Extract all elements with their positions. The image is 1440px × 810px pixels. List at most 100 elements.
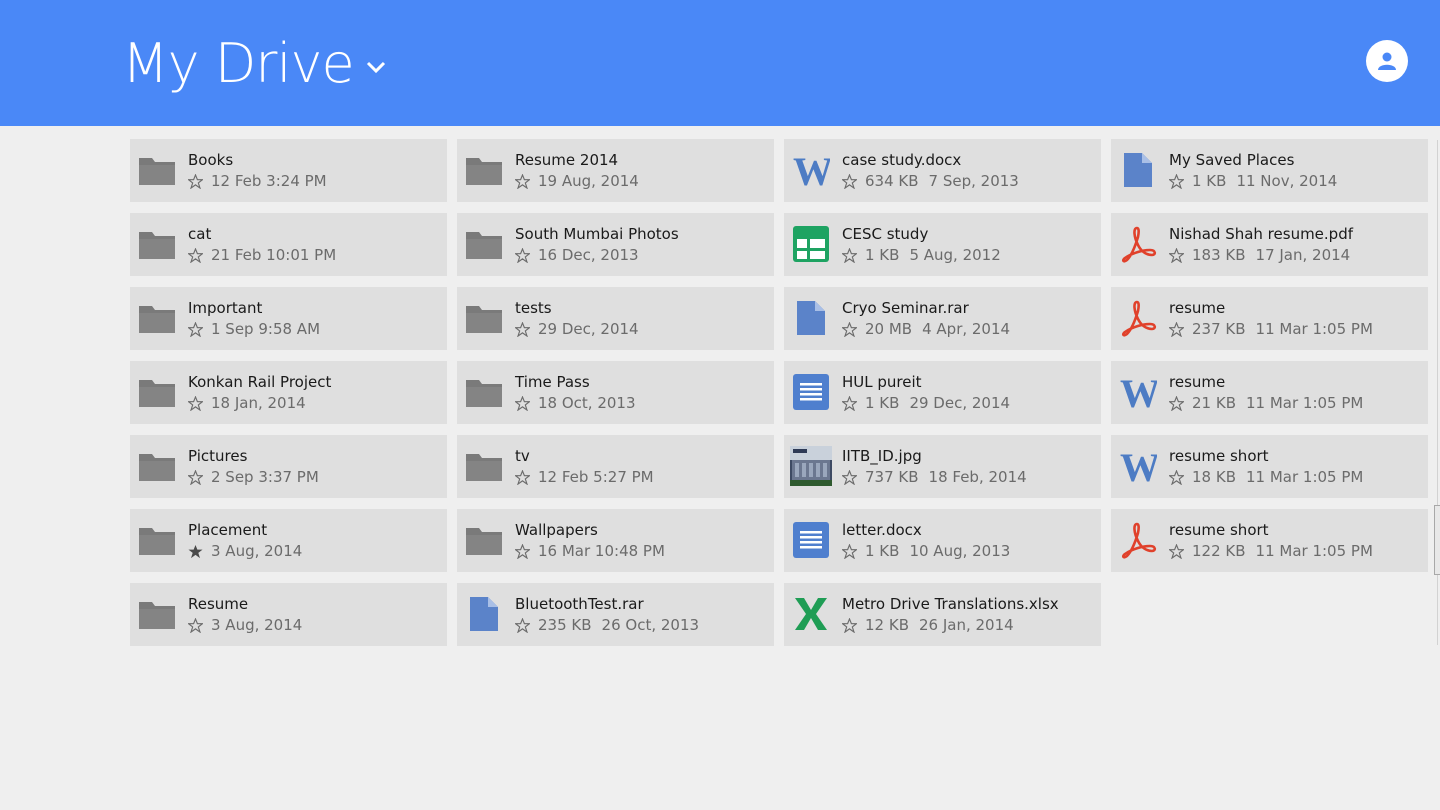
pdf-icon <box>1117 223 1159 265</box>
folder-tile[interactable]: Placement 3 Aug, 2014 <box>130 509 447 572</box>
file-tile[interactable]: resume short 122 KB 11 Mar 1:05 PM <box>1111 509 1428 572</box>
file-tile[interactable]: Metro Drive Translations.xlsx 12 KB 26 Jan… <box>784 583 1101 646</box>
item-meta: 29 Dec, 2014 <box>515 320 639 338</box>
item-name: Important <box>188 299 263 317</box>
item-size: 20 MB <box>865 320 913 338</box>
star-icon[interactable] <box>515 543 538 559</box>
item-date: 7 Sep, 2013 <box>928 172 1019 190</box>
item-meta: 21 KB 11 Mar 1:05 PM <box>1169 394 1363 412</box>
folder-tile[interactable]: Wallpapers 16 Mar 10:48 PM <box>457 509 774 572</box>
folder-tile[interactable]: South Mumbai Photos 16 Dec, 2013 <box>457 213 774 276</box>
image-thumbnail <box>790 445 832 487</box>
item-date: 11 Mar 1:05 PM <box>1245 394 1364 412</box>
item-meta: 2 Sep 3:37 PM <box>188 468 319 486</box>
star-icon[interactable] <box>1169 543 1192 559</box>
file-tile[interactable]: Wresume 21 KB 11 Mar 1:05 PM <box>1111 361 1428 424</box>
folder-tile[interactable]: Books 12 Feb 3:24 PM <box>130 139 447 202</box>
folder-icon <box>136 519 178 561</box>
star-filled-icon[interactable] <box>188 544 211 559</box>
file-grid: Books 12 Feb 3:24 PM cat 21 Feb 10:01 PM Imp… <box>130 139 1428 646</box>
folder-tile[interactable]: cat 21 Feb 10:01 PM <box>130 213 447 276</box>
spreadsheet-icon <box>790 223 832 265</box>
document-icon <box>790 519 832 561</box>
folder-tile[interactable]: tests 29 Dec, 2014 <box>457 287 774 350</box>
folder-tile[interactable]: Pictures 2 Sep 3:37 PM <box>130 435 447 498</box>
account-button[interactable] <box>1366 40 1408 82</box>
drive-selector[interactable]: My Drive <box>122 32 388 96</box>
item-date: 17 Jan, 2014 <box>1255 246 1351 264</box>
item-name: tv <box>515 447 530 465</box>
item-meta: 21 Feb 10:01 PM <box>188 246 336 264</box>
folder-tile[interactable]: tv 12 Feb 5:27 PM <box>457 435 774 498</box>
item-meta: 1 KB 10 Aug, 2013 <box>842 542 1010 560</box>
star-icon[interactable] <box>188 395 211 411</box>
item-name: case study.docx <box>842 151 962 169</box>
file-tile[interactable]: Nishad Shah resume.pdf 183 KB 17 Jan, 2014 <box>1111 213 1428 276</box>
star-icon[interactable] <box>842 321 865 337</box>
item-name: Cryo Seminar.rar <box>842 299 969 317</box>
star-icon[interactable] <box>515 321 538 337</box>
star-icon[interactable] <box>842 395 865 411</box>
item-meta: 12 Feb 3:24 PM <box>188 172 327 190</box>
star-icon[interactable] <box>515 617 538 633</box>
star-icon[interactable] <box>842 617 865 633</box>
star-icon[interactable] <box>1169 469 1192 485</box>
star-icon[interactable] <box>515 395 538 411</box>
star-icon[interactable] <box>188 173 211 189</box>
star-icon[interactable] <box>515 469 538 485</box>
folder-tile[interactable]: Resume 2014 19 Aug, 2014 <box>457 139 774 202</box>
item-date: 18 Jan, 2014 <box>211 394 306 412</box>
document-icon <box>790 371 832 413</box>
file-tile[interactable]: letter.docx 1 KB 10 Aug, 2013 <box>784 509 1101 572</box>
file-tile[interactable]: Wresume short 18 KB 11 Mar 1:05 PM <box>1111 435 1428 498</box>
star-icon[interactable] <box>842 247 865 263</box>
star-icon[interactable] <box>1169 173 1192 189</box>
item-size: 122 KB <box>1192 542 1246 560</box>
item-date: 3 Aug, 2014 <box>211 616 303 634</box>
folder-icon <box>136 297 178 339</box>
file-tile[interactable]: CESC study 1 KB 5 Aug, 2012 <box>784 213 1101 276</box>
folder-icon <box>136 445 178 487</box>
file-tile[interactable]: IITB_ID.jpg 737 KB 18 Feb, 2014 <box>784 435 1101 498</box>
pdf-icon <box>1117 519 1159 561</box>
star-icon[interactable] <box>515 173 538 189</box>
star-icon[interactable] <box>1169 247 1192 263</box>
item-name: South Mumbai Photos <box>515 225 679 243</box>
item-date: 4 Apr, 2014 <box>922 320 1011 338</box>
file-tile[interactable]: HUL pureit 1 KB 29 Dec, 2014 <box>784 361 1101 424</box>
item-date: 16 Mar 10:48 PM <box>538 542 665 560</box>
folder-tile[interactable]: Konkan Rail Project 18 Jan, 2014 <box>130 361 447 424</box>
item-date: 1 Sep 9:58 AM <box>211 320 321 338</box>
item-date: 12 Feb 5:27 PM <box>538 468 654 486</box>
item-size: 12 KB <box>865 616 909 634</box>
file-tile[interactable]: My Saved Places 1 KB 11 Nov, 2014 <box>1111 139 1428 202</box>
star-icon[interactable] <box>515 247 538 263</box>
file-tile[interactable]: Cryo Seminar.rar 20 MB 4 Apr, 2014 <box>784 287 1101 350</box>
item-name: Time Pass <box>515 373 590 391</box>
star-icon[interactable] <box>188 617 211 633</box>
folder-tile[interactable]: Time Pass 18 Oct, 2013 <box>457 361 774 424</box>
star-icon[interactable] <box>842 543 865 559</box>
folder-icon <box>463 371 505 413</box>
folder-tile[interactable]: Resume 3 Aug, 2014 <box>130 583 447 646</box>
folder-tile[interactable]: Important 1 Sep 9:58 AM <box>130 287 447 350</box>
scrollbar-thumb[interactable] <box>1434 505 1440 575</box>
item-name: Metro Drive Translations.xlsx <box>842 595 1059 613</box>
star-icon[interactable] <box>1169 321 1192 337</box>
item-meta: 16 Mar 10:48 PM <box>515 542 665 560</box>
star-icon[interactable] <box>1169 395 1192 411</box>
file-tile[interactable]: BluetoothTest.rar 235 KB 26 Oct, 2013 <box>457 583 774 646</box>
item-date: 29 Dec, 2014 <box>538 320 639 338</box>
file-tile[interactable]: resume 237 KB 11 Mar 1:05 PM <box>1111 287 1428 350</box>
item-name: cat <box>188 225 212 243</box>
file-tile[interactable]: Wcase study.docx 634 KB 7 Sep, 2013 <box>784 139 1101 202</box>
item-date: 11 Nov, 2014 <box>1236 172 1338 190</box>
star-icon[interactable] <box>188 247 211 263</box>
star-icon[interactable] <box>842 173 865 189</box>
folder-icon <box>463 445 505 487</box>
star-icon[interactable] <box>188 469 211 485</box>
item-name: resume <box>1169 373 1226 391</box>
star-icon[interactable] <box>842 469 865 485</box>
star-icon[interactable] <box>188 321 211 337</box>
item-meta: 1 KB 11 Nov, 2014 <box>1169 172 1337 190</box>
